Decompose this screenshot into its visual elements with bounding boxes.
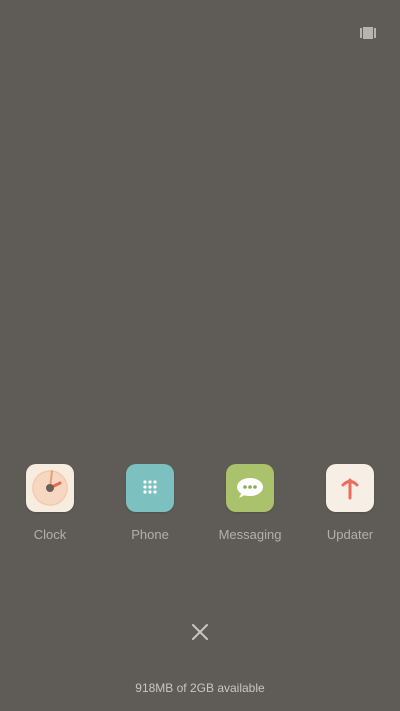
chat-bubble-icon bbox=[226, 464, 274, 512]
app-label-updater: Updater bbox=[326, 527, 374, 542]
app-messaging[interactable]: Messaging bbox=[200, 464, 300, 543]
dialpad-icon bbox=[126, 464, 174, 512]
recent-apps-row: Clock Phone Messaging Updater bbox=[0, 464, 400, 554]
app-phone[interactable]: Phone bbox=[100, 464, 200, 543]
update-arrow-icon bbox=[326, 464, 374, 512]
app-label-messaging: Messaging bbox=[218, 527, 282, 542]
memory-status: 918MB of 2GB available bbox=[135, 681, 265, 695]
app-clock[interactable]: Clock bbox=[0, 464, 100, 543]
app-label-phone: Phone bbox=[131, 527, 169, 542]
close-button[interactable] bbox=[190, 622, 210, 642]
recents-view-icon[interactable] bbox=[360, 26, 376, 39]
app-updater[interactable]: Updater bbox=[300, 464, 400, 543]
app-label-clock: Clock bbox=[33, 527, 67, 542]
close-icon bbox=[192, 624, 208, 640]
clock-icon bbox=[26, 464, 74, 512]
